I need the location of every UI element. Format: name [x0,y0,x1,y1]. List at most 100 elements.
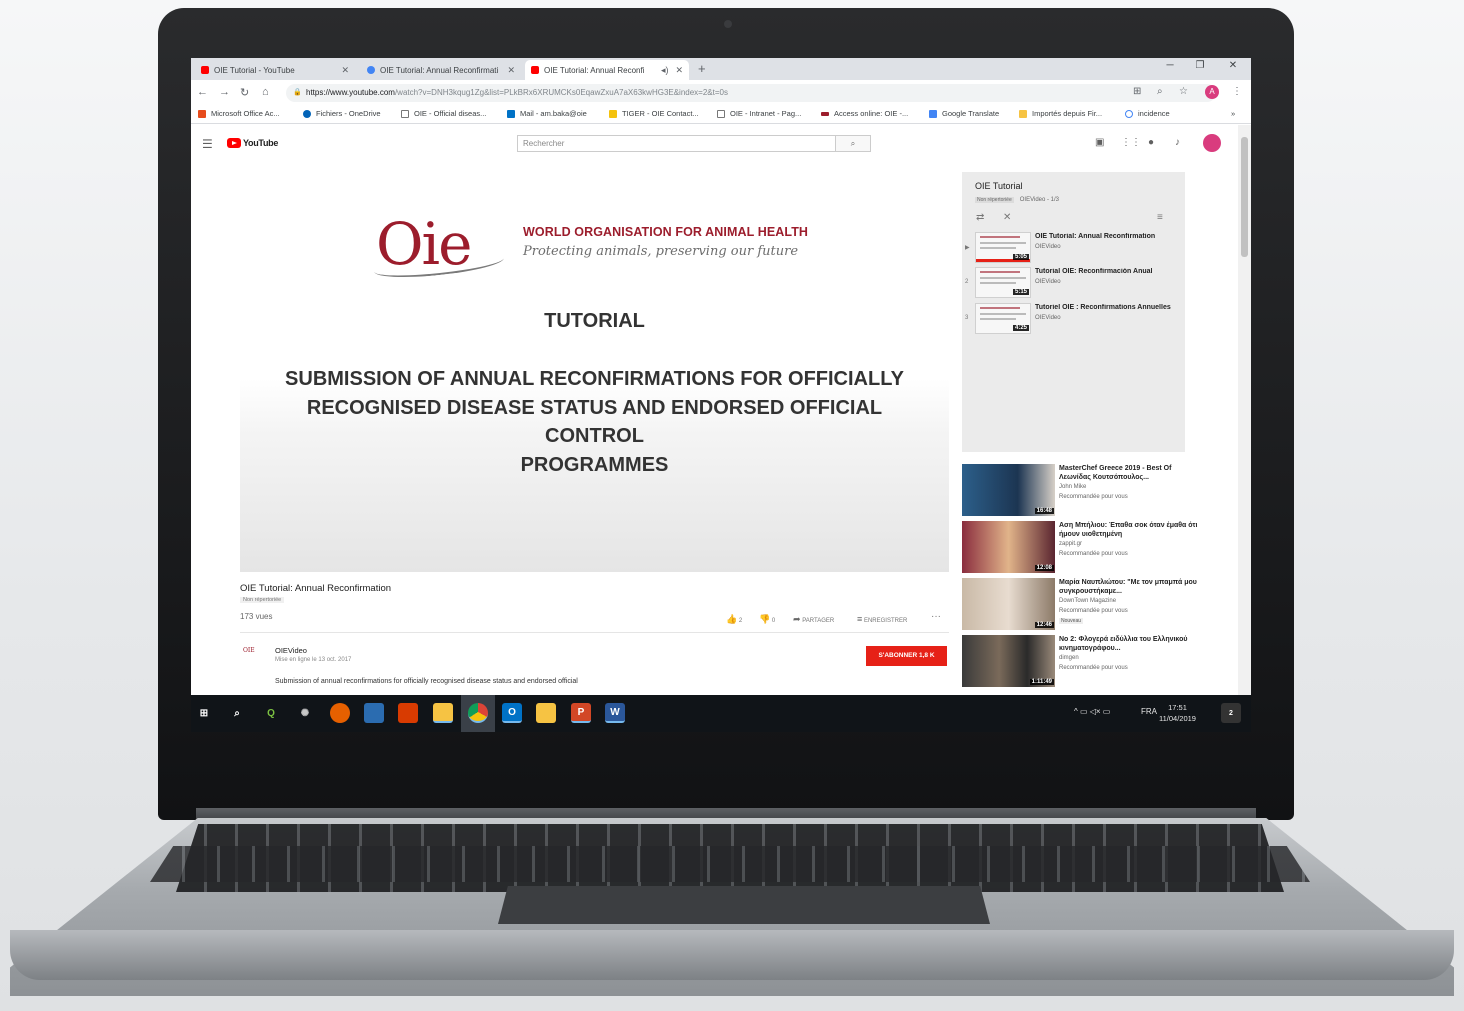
playlist-item[interactable]: 2 5:15 Tutorial OIE: Reconfirmación Anua… [962,267,1185,301]
more-bookmarks-button[interactable]: » [1231,109,1235,118]
tray-icons[interactable]: ^ ▭ ◁× ▭ [1074,707,1110,716]
close-icon[interactable]: ✕ [341,65,349,76]
word-icon[interactable]: W [605,703,625,723]
restore-button[interactable]: ❐ [1185,60,1215,71]
translate-icon[interactable]: ⊞ [1133,86,1141,97]
windows-start-icon[interactable]: ⊞ [194,703,214,723]
close-window-button[interactable]: ✕ [1218,60,1248,71]
close-icon[interactable]: ✕ [675,65,683,76]
account-avatar[interactable] [1203,134,1221,152]
clock[interactable]: 17:51 11/04/2019 [1159,702,1196,724]
language-indicator[interactable]: FRA [1141,707,1157,716]
channel-name[interactable]: OIEVideo [275,646,307,655]
duration-badge: 12:46 [1034,622,1054,628]
video-thumbnail: 12:08 [962,521,1055,573]
slide-subtitle: SUBMISSION OF ANNUAL RECONFIRMATIONS FOR… [260,365,929,479]
bookmark-label: Importés depuis Fir... [1032,109,1103,118]
bookmark-item[interactable]: Access online: OIE -... [821,109,908,118]
file-explorer-icon[interactable] [433,703,453,723]
edge-icon[interactable] [364,703,384,723]
browser-tab[interactable]: OIE Tutorial - YouTube ✕ [195,60,355,80]
bookmark-item[interactable]: Mail - am.baka@oie [507,109,587,118]
outlook-icon[interactable]: O [502,703,522,723]
share-label: PARTAGER [802,618,835,624]
playlist-item-title: Tutoriel OIE : Reconfirmations Annuelles [1035,304,1171,311]
new-tab-button[interactable]: + [698,61,706,76]
folder-icon [1019,109,1027,118]
bookmark-item[interactable]: incidence [1125,109,1170,118]
home-icon[interactable]: ⌂ [262,86,269,98]
minimize-button[interactable]: ─ [1155,60,1185,71]
audio-icon[interactable]: ◂) [661,65,669,76]
recommended-video[interactable]: 12:46 Μαρία Ναυπλιώτου: "Με τον μπαμπά μ… [962,578,1202,632]
recommended-title: Μαρία Ναυπλιώτου: "Με τον μπαμπά μου συγ… [1059,579,1197,595]
recommended-video[interactable]: 16:48 MasterChef Greece 2019 - Best Of Λ… [962,464,1202,518]
create-video-icon[interactable]: ▣ [1095,137,1104,148]
recommended-video[interactable]: 12:08 Αση Μπήλιου: Έπαθα σοκ όταν έμαθα … [962,521,1202,575]
save-button[interactable]: ≡ ENREGISTRER [857,614,907,624]
qlik-icon[interactable]: Q [261,703,281,723]
security-icon[interactable] [398,703,418,723]
reload-icon[interactable]: ↻ [240,86,249,99]
sticky-icon[interactable] [536,703,556,723]
youtube-logo[interactable]: YouTube [227,138,278,148]
onedrive-icon [303,109,311,118]
laptop-photo: OIE Tutorial - YouTube ✕ OIE Tutorial: A… [0,0,1464,1011]
bell-icon[interactable]: ♪ [1175,137,1180,148]
browser-tab[interactable]: OIE Tutorial: Annual Reconfirmati ✕ [361,60,521,80]
bookmark-label: OIE - Official diseas... [414,109,487,118]
hamburger-menu-icon[interactable]: ☰ [202,137,213,151]
search-input[interactable]: Rechercher [517,135,837,152]
playlist-menu-icon[interactable]: ≡ [1157,212,1163,223]
spider-icon[interactable]: ✺ [295,703,315,723]
chrome-icon[interactable] [468,703,488,723]
youtube-icon [531,66,539,74]
dislike-button[interactable]: 👎 0 [759,614,775,625]
powerpoint-icon[interactable]: P [571,703,591,723]
more-actions-button[interactable]: ··· [931,611,941,622]
browser-toolbar: ← → ↻ ⌂ 🔒 https://www.youtube.com/watch?… [191,80,1251,106]
profile-avatar[interactable]: A [1205,85,1219,99]
scrollbar-thumb[interactable] [1241,137,1248,257]
bookmark-item[interactable]: Google Translate [929,109,999,118]
like-button[interactable]: 👍 2 [726,614,742,625]
close-icon[interactable]: ✕ [507,65,515,76]
address-bar[interactable]: 🔒 https://www.youtube.com/watch?v=DNH3kq… [286,84,1216,102]
bookmark-item[interactable]: OIE - Official diseas... [401,109,486,118]
browser-tab-active[interactable]: OIE Tutorial: Annual Reconfi ◂) ✕ [525,60,689,80]
page-scrollbar[interactable] [1238,125,1251,695]
menu-icon[interactable]: ⋮ [1232,86,1242,97]
video-player[interactable]: Oie WORLD ORGANISATION FOR ANIMAL HEALTH… [240,169,949,572]
share-button[interactable]: ➦ PARTAGER [793,614,834,625]
star-icon[interactable]: ☆ [1179,86,1188,97]
subscribe-button[interactable]: S'ABONNER 1,8 K [866,646,947,666]
bookmark-item[interactable]: Microsoft Office Ac... [198,109,280,118]
bookmark-item[interactable]: TIGER - OIE Contact... [609,109,699,118]
forward-icon[interactable]: → [219,86,230,98]
search-button[interactable]: ⌕ [835,135,871,152]
loop-icon[interactable]: ⇄ [976,212,984,223]
playlist-item-channel: OIEVideo [1035,279,1061,285]
channel-avatar[interactable]: OIE [243,647,263,659]
zoom-icon[interactable]: ⌕ [1157,86,1163,97]
office-icon [198,109,206,118]
firefox-icon[interactable] [330,703,350,723]
recommended-channel: John Mike [1059,484,1087,490]
bookmark-item[interactable]: Fichiers - OneDrive [303,109,381,118]
apps-icon[interactable]: ⋮⋮ [1121,137,1141,148]
playlist-item-channel: OIEVideo [1035,244,1061,250]
shuffle-icon[interactable]: ✕ [1003,212,1011,223]
messages-icon[interactable]: ● [1148,137,1154,148]
playlist-item[interactable]: ▶ 5:05 OIE Tutorial: Annual Reconfirmati… [962,232,1185,266]
notification-icon[interactable]: 2 [1221,703,1241,723]
recommended-video[interactable]: 1:11:49 Νο 2: Φλογερά ειδύλλια του Ελλην… [962,635,1202,689]
laptop-front-edge [10,930,1454,980]
bookmark-item[interactable]: Importés depuis Fir... [1019,109,1102,118]
recommended-reason: Recommandée pour vous [1059,494,1128,500]
playlist-item[interactable]: 3 4:25 Tutoriel OIE : Reconfirmations An… [962,303,1185,337]
google-icon [367,66,375,74]
playlist-title[interactable]: OIE Tutorial [975,181,1023,191]
back-icon[interactable]: ← [197,86,208,98]
search-icon[interactable]: ⌕ [227,703,247,723]
bookmark-item[interactable]: OIE - Intranet - Pag... [717,109,801,118]
